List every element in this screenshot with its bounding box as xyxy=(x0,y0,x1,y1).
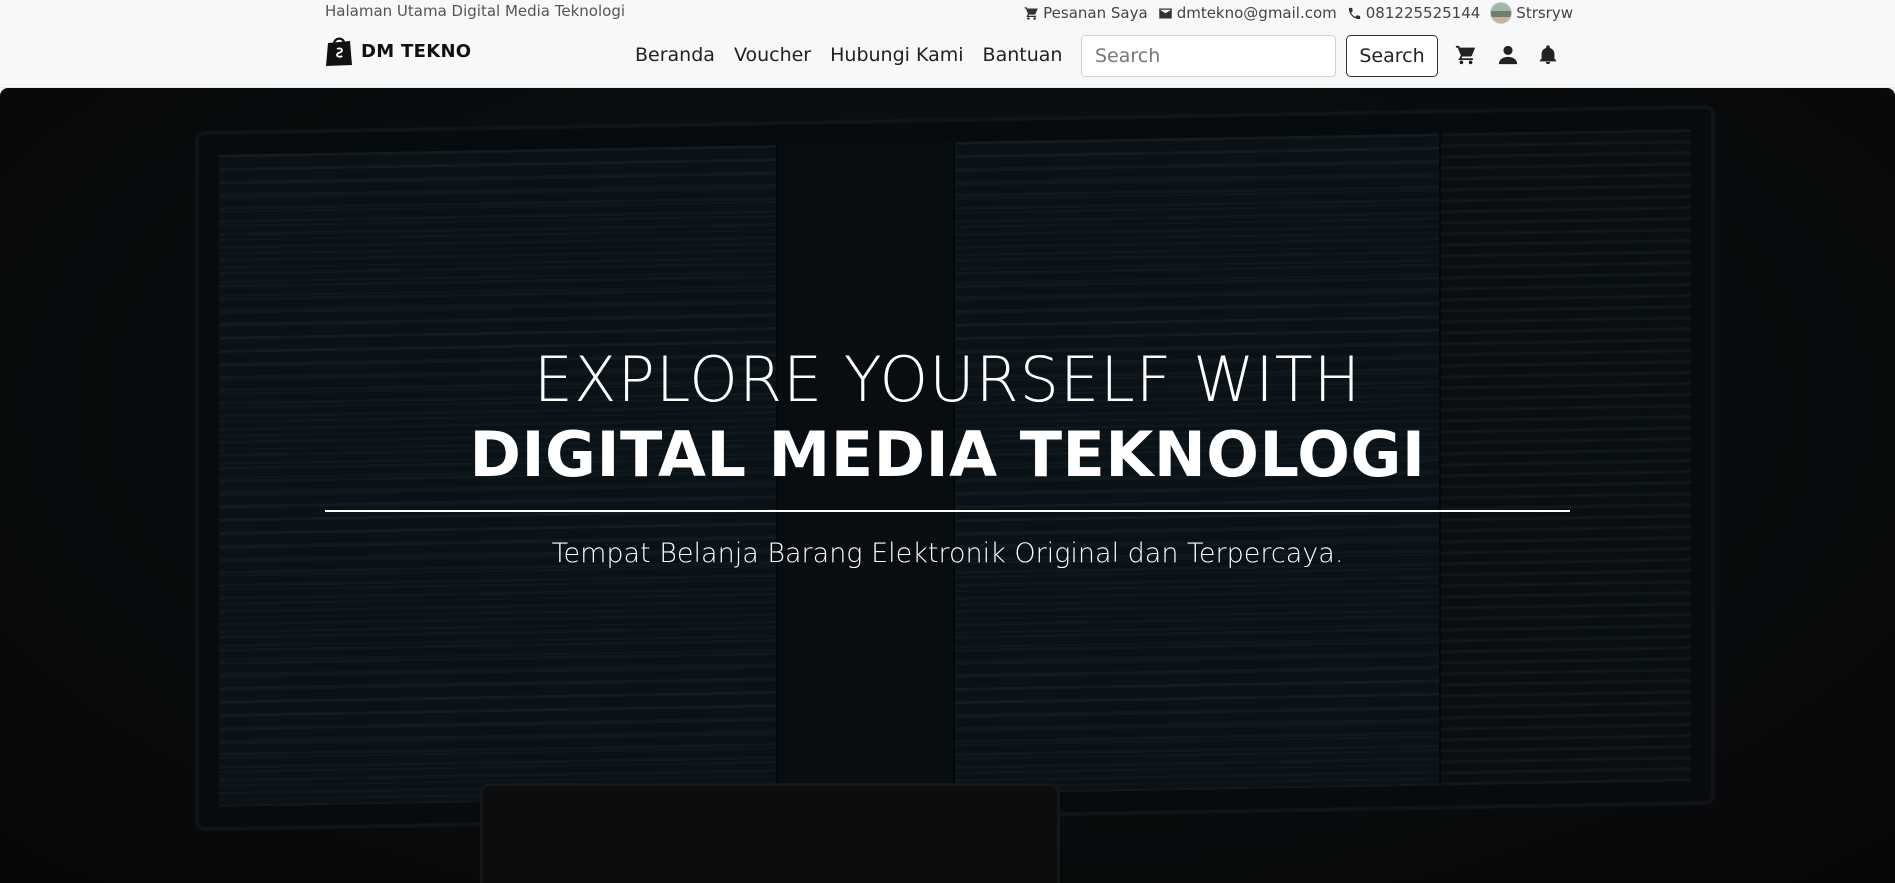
my-orders-label: Pesanan Saya xyxy=(1043,4,1148,22)
top-info-bar: Halaman Utama Digital Media Teknologi Pe… xyxy=(0,0,1895,25)
phone-text: 081225525144 xyxy=(1365,4,1481,22)
shopping-bag-icon xyxy=(325,35,353,67)
bell-icon[interactable] xyxy=(1537,44,1561,68)
brand-name: DM TEKNO xyxy=(361,40,472,62)
user-profile-link[interactable]: Strsryw xyxy=(1490,2,1573,24)
hero-headline-line1: EXPLORE YOURSELF WITH xyxy=(533,343,1362,416)
brand-logo[interactable]: DM TEKNO xyxy=(325,35,471,67)
nav-link-beranda[interactable]: Beranda xyxy=(635,44,715,66)
search-input[interactable] xyxy=(1081,35,1336,77)
email-text: dmtekno@gmail.com xyxy=(1176,4,1337,22)
user-icon[interactable] xyxy=(1497,44,1521,68)
hero-banner: EXPLORE YOURSELF WITH DIGITAL MEDIA TEKN… xyxy=(0,88,1895,883)
nav-link-bantuan[interactable]: Bantuan xyxy=(983,44,1063,66)
my-orders-link[interactable]: Pesanan Saya xyxy=(1024,4,1148,22)
nav-link-hubungi-kami[interactable]: Hubungi Kami xyxy=(830,44,963,66)
hero-headline-line2: DIGITAL MEDIA TEKNOLOGI xyxy=(469,418,1426,491)
nav-link-voucher[interactable]: Voucher xyxy=(734,44,811,66)
primary-nav: Beranda Voucher Hubungi Kami Bantuan xyxy=(635,44,1081,66)
search-button[interactable]: Search xyxy=(1346,35,1438,77)
top-info-right: Pesanan Saya dmtekno@gmail.com 081225525… xyxy=(1024,2,1573,24)
main-navbar: DM TEKNO Beranda Voucher Hubungi Kami Ba… xyxy=(0,25,1895,88)
email-contact[interactable]: dmtekno@gmail.com xyxy=(1158,4,1337,22)
avatar xyxy=(1490,2,1513,24)
site-tagline: Halaman Utama Digital Media Teknologi xyxy=(325,2,626,20)
hero-subtitle: Tempat Belanja Barang Elektronik Origina… xyxy=(551,538,1344,569)
cart-icon[interactable] xyxy=(1455,44,1479,68)
hero-content: EXPLORE YOURSELF WITH DIGITAL MEDIA TEKN… xyxy=(0,88,1895,883)
cart-icon xyxy=(1024,6,1039,21)
phone-contact[interactable]: 081225525144 xyxy=(1347,4,1481,22)
phone-icon xyxy=(1347,6,1362,21)
envelope-icon xyxy=(1158,6,1173,21)
username-text: Strsryw xyxy=(1516,4,1573,22)
hero-divider xyxy=(325,510,1570,512)
